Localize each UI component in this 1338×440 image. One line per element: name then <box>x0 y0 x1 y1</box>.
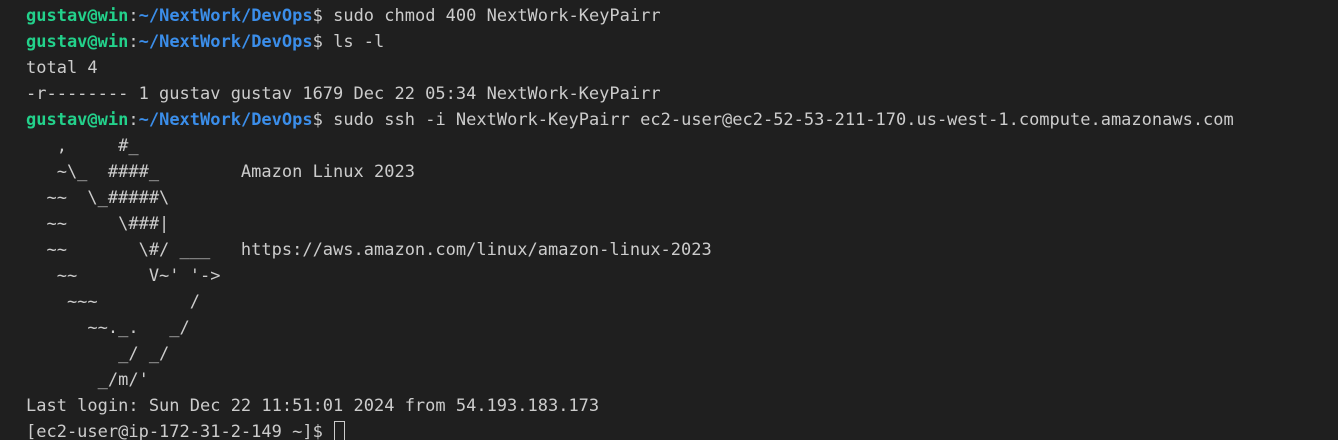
prompt-user: gustav@win <box>26 110 129 130</box>
banner-line: ~~~ / <box>26 292 200 312</box>
prompt-user: gustav@win <box>26 6 129 26</box>
banner-line: _/ _/ <box>26 344 170 364</box>
banner-line: ~~ \###| <box>26 214 170 234</box>
command-text: sudo chmod 400 NextWork-KeyPairr <box>333 6 661 26</box>
prompt-path: ~/NextWork/DevOps <box>138 6 313 26</box>
prompt-path: ~/NextWork/DevOps <box>138 32 313 52</box>
remote-prompt-line[interactable]: [ec2-user@ip-172-31-2-149 ~]$ <box>26 419 1338 440</box>
terminal-window[interactable]: gustav@win:~/NextWork/DevOps$ sudo chmod… <box>0 0 1338 440</box>
command-line: gustav@win:~/NextWork/DevOps$ ls -l <box>26 32 385 52</box>
prompt-path: ~/NextWork/DevOps <box>138 110 313 130</box>
banner-line: ~~ V~' '-> <box>26 266 221 286</box>
remote-prompt: [ec2-user@ip-172-31-2-149 ~]$ <box>26 422 334 440</box>
banner-line: ~~._. _/ <box>26 318 190 338</box>
banner-line: ~~ \_#####\ <box>26 188 170 208</box>
cursor[interactable] <box>334 421 346 440</box>
command-line: gustav@win:~/NextWork/DevOps$ sudo chmod… <box>26 6 661 26</box>
command-text: sudo ssh -i NextWork-KeyPairr ec2-user@e… <box>333 110 1234 130</box>
command-line: gustav@win:~/NextWork/DevOps$ sudo ssh -… <box>26 110 1234 130</box>
last-login-line: Last login: Sun Dec 22 11:51:01 2024 fro… <box>26 396 600 416</box>
banner-line: ~~ \#/ ___ https://aws.amazon.com/linux/… <box>26 240 712 260</box>
banner-line: , #_ <box>26 136 139 156</box>
output-line: -r-------- 1 gustav gustav 1679 Dec 22 0… <box>26 84 661 104</box>
banner-line: ~\_ ####_ Amazon Linux 2023 <box>26 162 415 182</box>
prompt-user: gustav@win <box>26 32 129 52</box>
output-line: total 4 <box>26 58 98 78</box>
command-text: ls -l <box>333 32 385 52</box>
banner-line: _/m/' <box>26 370 149 390</box>
